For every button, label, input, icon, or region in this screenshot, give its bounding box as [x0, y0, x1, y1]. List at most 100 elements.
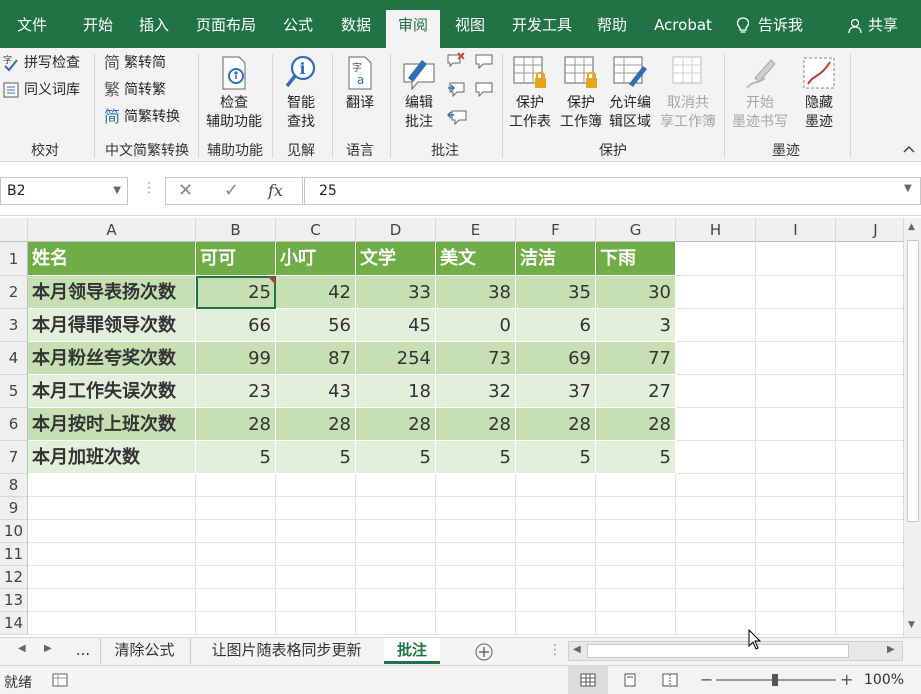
grid-cell[interactable] [596, 612, 676, 635]
thesaurus-button[interactable]: 同义词库 [2, 79, 80, 101]
horizontal-scrollbar[interactable]: ◀ ▶ [568, 641, 903, 661]
scroll-right-icon[interactable]: ▶ [887, 644, 895, 655]
grid-cell[interactable] [676, 276, 756, 309]
grid-cell[interactable] [596, 543, 676, 566]
grid-cell[interactable] [516, 474, 596, 497]
grid-cell[interactable] [516, 497, 596, 520]
data-cell[interactable]: 28 [356, 408, 436, 441]
previous-comment-icon[interactable] [472, 52, 494, 70]
grid-cell[interactable] [516, 543, 596, 566]
grid-cell[interactable] [756, 566, 836, 589]
grid-cell[interactable] [356, 520, 436, 543]
table-header-cell[interactable]: 美文 [436, 242, 516, 276]
grid-cell[interactable] [756, 342, 836, 375]
prev-sheet-icon[interactable]: ◀ [18, 643, 26, 654]
grid-cell[interactable] [596, 566, 676, 589]
grid-cell[interactable] [676, 543, 756, 566]
data-cell[interactable]: 5 [276, 441, 356, 474]
grid-cell[interactable] [196, 543, 276, 566]
start-inking-button[interactable]: 开始 墨迹书写 [728, 54, 792, 132]
column-header-d[interactable]: D [356, 218, 436, 242]
check-accessibility-button[interactable]: 检查 辅助功能 [202, 54, 266, 132]
grid-cell[interactable] [356, 543, 436, 566]
hide-ink-button[interactable]: 隐藏 墨迹 [794, 54, 844, 132]
add-sheet-icon[interactable] [474, 642, 494, 662]
grid-cell[interactable] [836, 375, 903, 408]
grid-cell[interactable] [836, 309, 903, 342]
data-cell[interactable]: 23 [196, 375, 276, 408]
data-cell[interactable]: 45 [356, 309, 436, 342]
vertical-scrollbar[interactable]: ▲ ▼ [903, 218, 921, 637]
column-header-a[interactable]: A [28, 218, 196, 242]
grid-cell[interactable] [836, 612, 903, 635]
grid-cell[interactable] [836, 408, 903, 441]
column-header-h[interactable]: H [676, 218, 756, 242]
column-header-j[interactable]: J [836, 218, 903, 242]
grid-cell[interactable] [196, 474, 276, 497]
data-cell[interactable]: 28 [276, 408, 356, 441]
row-header-14[interactable]: 14 [0, 612, 28, 635]
page-layout-view-icon[interactable] [622, 673, 638, 687]
row-header-12[interactable]: 12 [0, 566, 28, 589]
collapse-ribbon-icon[interactable] [902, 144, 916, 154]
grid-cell[interactable] [356, 589, 436, 612]
column-header-g[interactable]: G [596, 218, 676, 242]
row-header-11[interactable]: 11 [0, 543, 28, 566]
data-cell[interactable]: 66 [196, 309, 276, 342]
scroll-left-icon[interactable]: ◀ [573, 644, 581, 655]
tab-page-layout[interactable]: 页面布局 [186, 10, 266, 48]
chevron-down-icon[interactable]: ▼ [113, 178, 121, 204]
grid-cell[interactable] [676, 375, 756, 408]
row-header-8[interactable]: 8 [0, 474, 28, 497]
grid-cell[interactable] [836, 474, 903, 497]
data-cell[interactable]: 5 [356, 441, 436, 474]
grid-cell[interactable] [436, 543, 516, 566]
grid-cell[interactable] [836, 276, 903, 309]
grid-cell[interactable] [676, 474, 756, 497]
macro-record-icon[interactable] [52, 673, 68, 687]
sheet-tab-clear-formula[interactable]: 清除公式 [100, 638, 188, 664]
column-header-e[interactable]: E [436, 218, 516, 242]
grid-cell[interactable] [276, 612, 356, 635]
grid-cell[interactable] [28, 543, 196, 566]
row-header-9[interactable]: 9 [0, 497, 28, 520]
tell-me-box[interactable]: 告诉我 [736, 10, 803, 48]
grid-cell[interactable] [196, 612, 276, 635]
grid-cell[interactable] [196, 497, 276, 520]
grid-cell[interactable] [756, 497, 836, 520]
row-header-4[interactable]: 4 [0, 342, 28, 375]
data-cell[interactable]: 73 [436, 342, 516, 375]
data-cell[interactable]: 56 [276, 309, 356, 342]
data-cell[interactable]: 27 [596, 375, 676, 408]
grid-cell[interactable] [436, 497, 516, 520]
row-header-13[interactable]: 13 [0, 589, 28, 612]
grid-cell[interactable] [836, 566, 903, 589]
grid-cell[interactable] [276, 520, 356, 543]
grid-cell[interactable] [356, 612, 436, 635]
grid-cell[interactable] [196, 566, 276, 589]
table-header-cell[interactable]: 洁洁 [516, 242, 596, 276]
grid-cell[interactable] [676, 589, 756, 612]
delete-comment-icon[interactable] [446, 52, 468, 70]
scroll-down-icon[interactable]: ▼ [908, 620, 915, 630]
protect-sheet-button[interactable]: 保护 工作表 [504, 54, 556, 132]
data-cell[interactable]: 5 [196, 441, 276, 474]
column-header-i[interactable]: I [756, 218, 836, 242]
grid-cell[interactable] [836, 589, 903, 612]
data-cell[interactable]: 77 [596, 342, 676, 375]
zoom-slider-thumb[interactable] [772, 674, 778, 686]
grid-cell[interactable] [676, 309, 756, 342]
show-all-comments-icon[interactable] [446, 108, 468, 126]
grid-cell[interactable] [436, 474, 516, 497]
column-header-c[interactable]: C [276, 218, 356, 242]
tab-formulas[interactable]: 公式 [272, 10, 324, 48]
edit-comment-button[interactable]: 编辑 批注 [394, 54, 444, 132]
grid-cell[interactable] [756, 520, 836, 543]
name-box[interactable]: B2 ▼ [0, 177, 128, 205]
grid-cell[interactable] [676, 612, 756, 635]
data-cell[interactable]: 42 [276, 276, 356, 309]
allow-edit-ranges-button[interactable]: 允许编 辑区域 [604, 54, 656, 132]
row-header-7[interactable]: 7 [0, 441, 28, 474]
grid-cell[interactable] [756, 543, 836, 566]
share-button[interactable]: 共享 [848, 10, 898, 48]
